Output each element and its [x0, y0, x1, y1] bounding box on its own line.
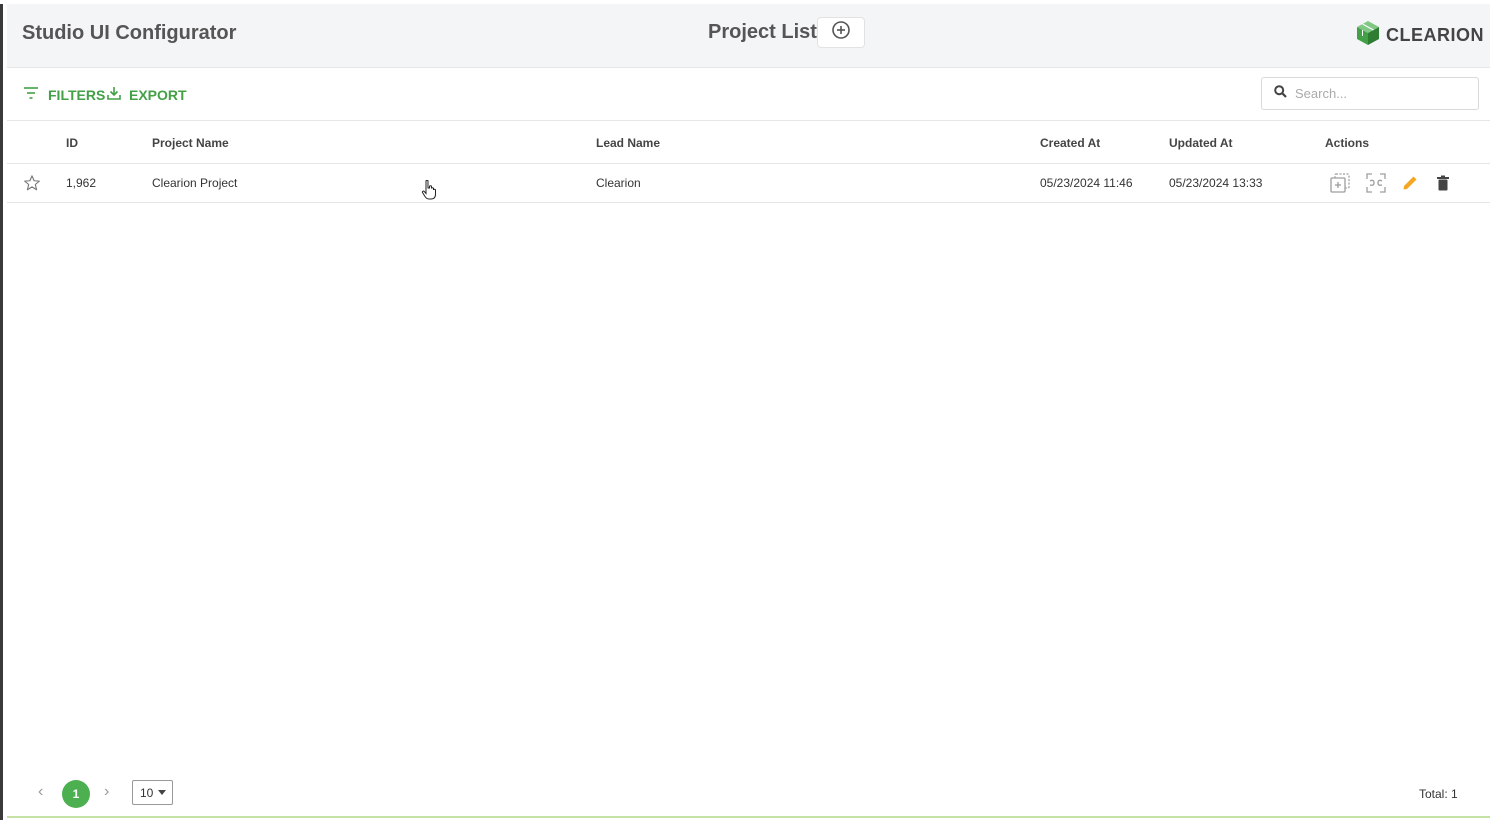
copy-icon[interactable] [1329, 172, 1351, 194]
toolbar: FILTERS EXPORT [7, 68, 1490, 121]
cell-project-name[interactable]: Clearion Project [152, 176, 237, 190]
add-project-button[interactable] [817, 17, 865, 48]
edit-icon[interactable] [1402, 175, 1418, 191]
cell-lead-name: Clearion [596, 176, 641, 190]
download-icon [107, 86, 121, 103]
export-label: EXPORT [129, 86, 187, 103]
chevron-right-icon[interactable]: › [104, 783, 109, 801]
cell-created-at: 05/23/2024 11:46 [1040, 176, 1133, 190]
search-input[interactable] [1293, 85, 1467, 102]
column-header-actions: Actions [1325, 136, 1370, 150]
header-bar: Studio UI Configurator Project List CLEA… [7, 4, 1490, 68]
brand-logo: CLEARION [1356, 20, 1484, 51]
filters-label: FILTERS [48, 86, 106, 103]
column-header-lead-name[interactable]: Lead Name [596, 136, 660, 150]
hand-cursor-icon [421, 179, 437, 205]
column-header-updated-at[interactable]: Updated At [1169, 136, 1233, 150]
caret-down-icon [158, 790, 167, 795]
page-size-value: 10 [140, 785, 154, 800]
bottom-accent-line [7, 816, 1490, 818]
column-header-project-name[interactable]: Project Name [152, 136, 229, 150]
app-title: Studio UI Configurator [22, 22, 237, 44]
page-button-current[interactable]: 1 [62, 780, 90, 808]
filter-icon [23, 86, 39, 103]
compare-icon[interactable] [1365, 172, 1387, 194]
filters-button[interactable]: FILTERS [23, 86, 105, 103]
cell-updated-at: 05/23/2024 13:33 [1169, 176, 1263, 190]
search-icon [1274, 84, 1287, 103]
table-header: ID Project Name Lead Name Created At Upd… [7, 121, 1490, 164]
export-button[interactable]: EXPORT [107, 86, 187, 103]
cell-id: 1,962 [66, 176, 97, 190]
page-size-select[interactable]: 10 [132, 780, 173, 805]
pagination: ‹ 1 › 10 Total: 1 [7, 778, 1490, 810]
delete-icon[interactable] [1436, 175, 1450, 191]
total-count: Total: 1 [1419, 787, 1458, 801]
table-row[interactable]: 1,962 Clearion Project Clearion 05/23/20… [7, 164, 1490, 203]
star-icon[interactable] [23, 174, 41, 192]
column-header-created-at[interactable]: Created At [1040, 136, 1100, 150]
window-edge [0, 0, 3, 820]
search-box [1261, 77, 1479, 110]
column-header-id[interactable]: ID [66, 136, 78, 150]
app-container: Studio UI Configurator Project List CLEA… [7, 4, 1490, 820]
cube-logo-icon [1356, 20, 1380, 51]
plus-circle-icon [831, 20, 851, 45]
page-title: Project List [708, 21, 817, 43]
logo-text: CLEARION [1386, 25, 1484, 45]
chevron-left-icon[interactable]: ‹ [38, 783, 43, 801]
